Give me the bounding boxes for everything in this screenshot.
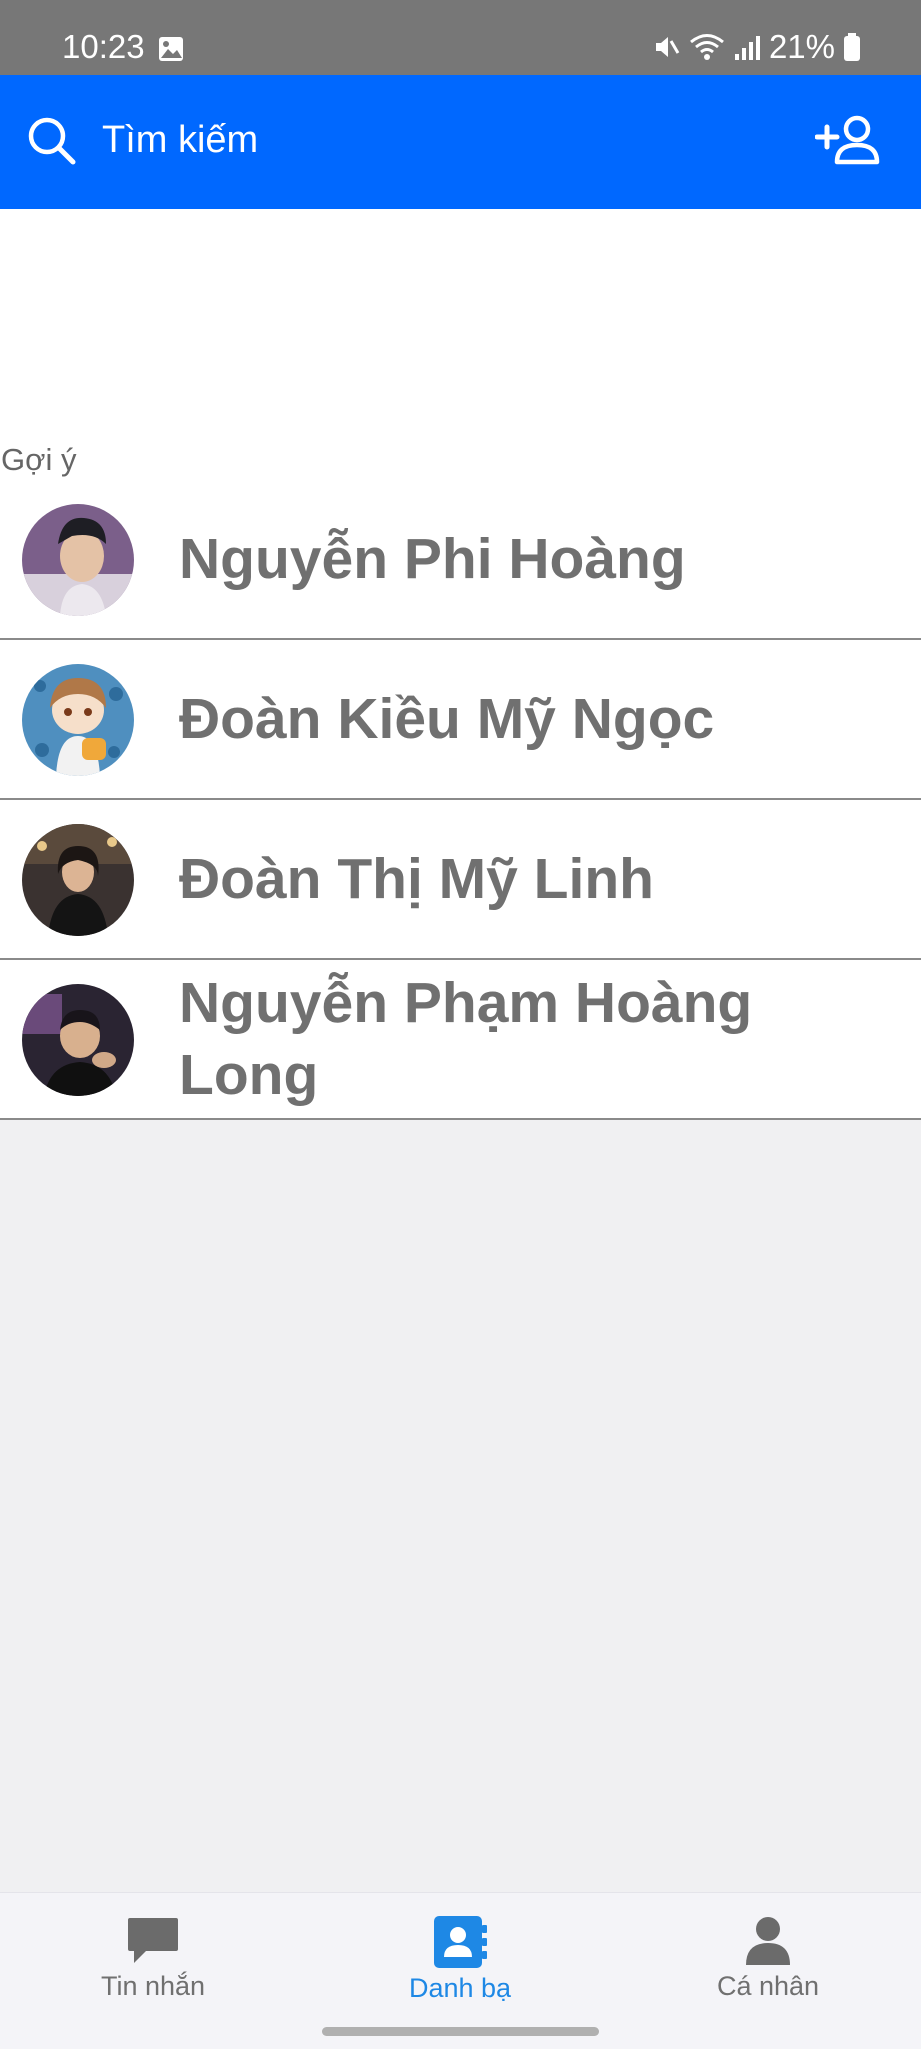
wifi-icon (689, 34, 724, 60)
image-icon (159, 37, 183, 61)
avatar (22, 984, 134, 1096)
contact-name: Đoàn Kiều Mỹ Ngọc (179, 687, 715, 751)
avatar (22, 824, 134, 936)
search-icon[interactable] (26, 115, 76, 165)
avatar (22, 664, 134, 776)
avatar (22, 504, 134, 616)
bottom-nav: Tin nhắn Danh bạ Cá nhân (0, 1892, 921, 2049)
contact-name: Nguyễn Phạm Hoàng Long (179, 971, 753, 1107)
tab-profile[interactable]: Cá nhân (668, 1915, 868, 2002)
nav-label: Cá nhân (716, 1971, 820, 2001)
status-indicators: 21% (651, 28, 861, 66)
contact-row[interactable]: Đoàn Kiều Mỹ Ngọc (0, 640, 921, 800)
mute-icon (655, 37, 680, 57)
person-icon (746, 1917, 790, 1965)
chat-bubble-icon (128, 1918, 178, 1963)
status-time: 10:23 (62, 28, 145, 65)
contact-name: Đoàn Thị Mỹ Linh (179, 847, 654, 911)
search-input[interactable]: Tìm kiếm (102, 119, 258, 162)
tab-contacts[interactable]: Danh bạ (360, 1915, 560, 2004)
contact-row[interactable]: Nguyễn Phi Hoàng (0, 480, 921, 640)
status-bar: 10:23 21% (0, 0, 921, 75)
suggestions-label: Gợi ý (1, 442, 77, 477)
battery-percent: 21% (768, 28, 835, 65)
contact-row[interactable]: Đoàn Thị Mỹ Linh (0, 800, 921, 960)
nav-label: Danh bạ (408, 1973, 512, 2003)
home-indicator[interactable] (322, 2027, 599, 2036)
battery-icon (844, 33, 860, 61)
add-friend-icon[interactable] (815, 115, 881, 165)
tab-messages[interactable]: Tin nhắn (53, 1915, 253, 2002)
contacts-book-icon (434, 1916, 487, 1968)
signal-icon (734, 36, 760, 60)
nav-label: Tin nhắn (100, 1971, 206, 2001)
contact-name: Nguyễn Phi Hoàng (179, 527, 686, 591)
top-bar: Tìm kiếm (0, 75, 921, 209)
contact-row[interactable]: Nguyễn Phạm Hoàng Long (0, 960, 921, 1120)
contact-list: Nguyễn Phi Hoàng Đoàn Kiều Mỹ Ngọc Đoàn … (0, 480, 921, 1120)
